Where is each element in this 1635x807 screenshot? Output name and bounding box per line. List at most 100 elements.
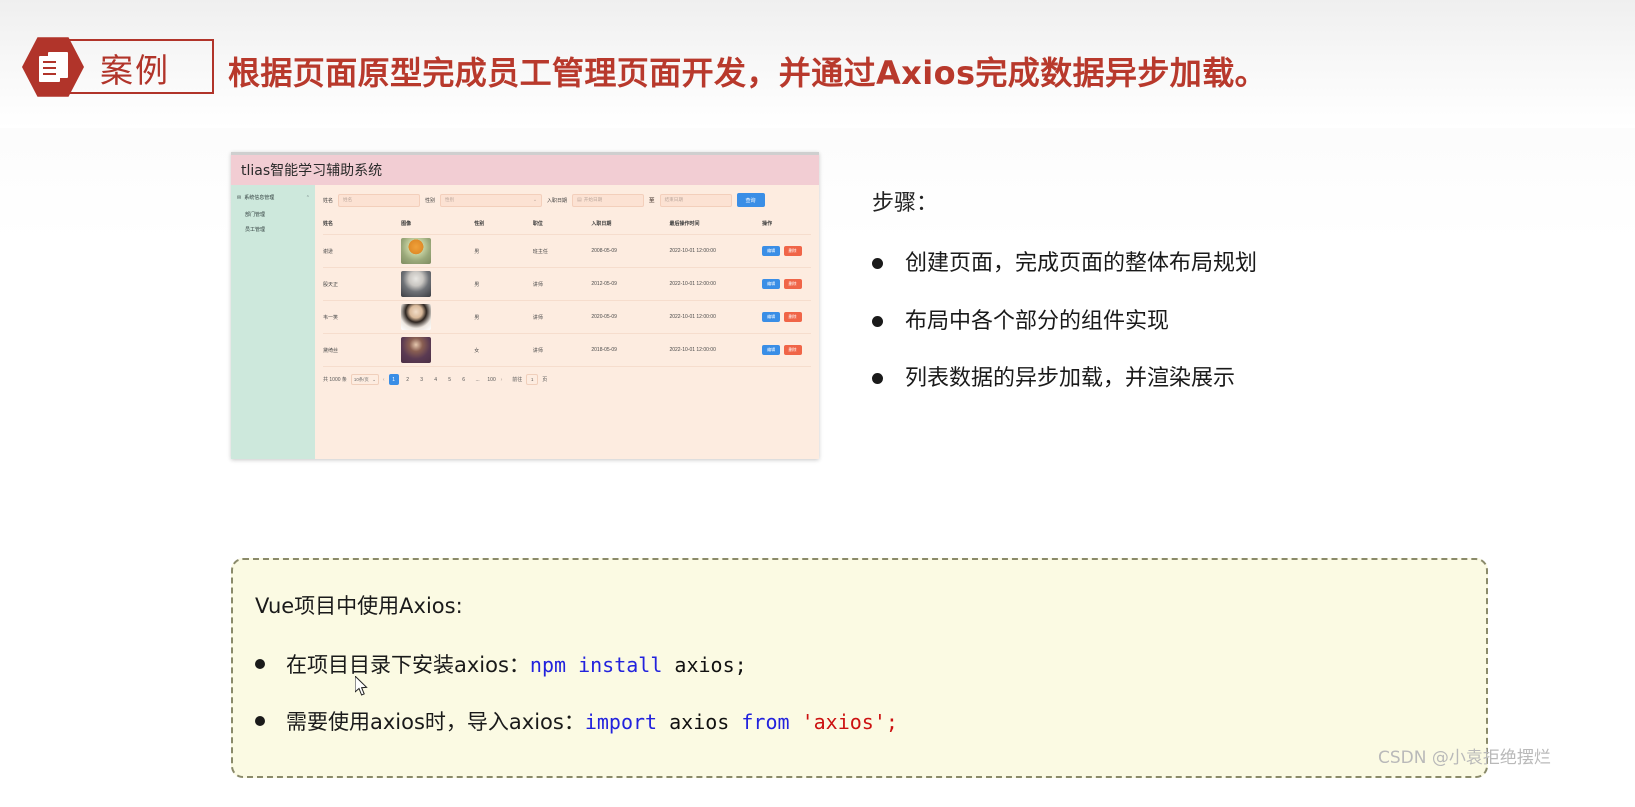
end-date-input[interactable]: 结束日期 [659, 193, 732, 207]
cell-last: 2022-10-01 12:00:00 [669, 300, 763, 334]
sidebar-group-system-info[interactable]: ✉ 系统信息管理 ⌃ [231, 192, 315, 203]
case-badge-label: 案例 [100, 51, 170, 90]
cell-hire: 2018-05-09 [591, 333, 670, 367]
cell-last: 2022-10-01 12:00:00 [669, 333, 763, 367]
import-module-string: 'axios'; [789, 710, 898, 734]
step-text: 创建页面，完成页面的整体布局规划 [905, 251, 1258, 276]
step-item: 创建页面，完成页面的整体布局规划 [872, 249, 1392, 279]
th-name: 姓名 [323, 212, 402, 235]
cell-hire: 2008-05-09 [591, 234, 670, 268]
edit-button[interactable]: 编辑 [762, 279, 781, 289]
page-button-1[interactable]: 1 [388, 374, 399, 385]
chevron-down-icon: ⌄ [532, 197, 538, 203]
cell-job: 讲师 [532, 267, 592, 301]
envelope-icon: ✉ [237, 194, 242, 201]
th-job: 职位 [532, 212, 592, 235]
step-text: 列表数据的异步加载，并渲染展示 [905, 366, 1236, 392]
edit-button[interactable]: 编辑 [762, 246, 781, 256]
delete-button[interactable]: 删除 [783, 279, 802, 289]
sidebar-item-employee[interactable]: 员工管理 [231, 218, 315, 233]
table-row: 黛绮丝 女 讲师 2018-05-09 2022-10-01 12:00:00 … [323, 333, 811, 367]
header-band: 案例 根据页面原型完成员工管理页面开发，并通过Axios完成数据异步加载。 [0, 0, 1635, 128]
code-note-box: Vue项目中使用Axios: 在项目目录下安装axios：npm install… [231, 558, 1488, 778]
page-button-5[interactable]: 5 [445, 374, 455, 385]
bullet-icon [872, 373, 883, 385]
cell-gender: 男 [474, 267, 533, 301]
th-last: 最后操作时间 [669, 212, 763, 235]
chevron-down-icon: ⌄ [372, 376, 376, 382]
bullet-icon [255, 716, 265, 726]
sidebar-group-label: 系统信息管理 [244, 195, 275, 201]
sidebar-item-department[interactable]: 部门管理 [231, 203, 315, 218]
step-item: 列表数据的异步加载，并渲染展示 [872, 364, 1392, 394]
search-toolbar: 姓名 姓名 性别 性别 ⌄ 入职日期 ▤ 开始日期 至 结束日期 查询 [323, 191, 811, 209]
document-glyph [39, 52, 69, 82]
pagination-total: 共 1000 条 [323, 377, 347, 383]
steps-title: 步骤： [872, 191, 939, 216]
case-badge: 案例 [22, 36, 214, 98]
mockup-app-title: tlias智能学习辅助系统 [241, 163, 383, 179]
edit-button[interactable]: 编辑 [762, 312, 781, 322]
install-command: npm install [529, 653, 663, 677]
install-package: axios; [662, 653, 747, 677]
th-gender: 性别 [474, 212, 533, 235]
code-item-install: 在项目目录下安装axios：npm install axios; [255, 649, 1486, 679]
page-button-3[interactable]: 3 [417, 374, 427, 385]
th-hire: 入职日期 [591, 212, 670, 235]
name-filter-placeholder: 姓名 [343, 197, 353, 202]
delete-button[interactable]: 删除 [783, 312, 802, 322]
mockup-sidebar: ✉ 系统信息管理 ⌃ 部门管理 员工管理 [231, 185, 315, 459]
cell-job: 班主任 [532, 234, 592, 268]
page-button-6[interactable]: 6 [459, 374, 469, 385]
bullet-icon [255, 659, 265, 669]
bullet-icon [872, 315, 883, 327]
csdn-watermark: CSDN @小袁拒绝摆烂 [1378, 748, 1551, 768]
cell-gender: 男 [474, 234, 533, 268]
cell-last: 2022-10-01 12:00:00 [669, 267, 763, 301]
cell-job: 讲师 [532, 300, 592, 334]
chevron-left-icon[interactable]: ‹ [383, 377, 385, 383]
mockup-titlebar: tlias智能学习辅助系统 [231, 155, 819, 185]
page-size-select[interactable]: 10条/页 ⌄ [350, 374, 379, 385]
jump-unit: 页 [542, 377, 548, 383]
gender-filter-placeholder: 性别 [445, 197, 455, 202]
import-keyword: import [584, 710, 658, 734]
page-button-2[interactable]: 2 [403, 374, 413, 385]
page-button-last[interactable]: 100 [487, 374, 497, 385]
page-button-4[interactable]: 4 [431, 374, 441, 385]
th-ops: 操作 [762, 212, 811, 235]
mockup-body: ✉ 系统信息管理 ⌃ 部门管理 员工管理 姓名 姓名 性别 性别 ⌄ 入职日期 [231, 185, 819, 459]
cell-hire: 2012-05-09 [591, 267, 670, 301]
gender-filter-select[interactable]: 性别 ⌄ [440, 193, 543, 207]
steps-section: 步骤： 创建页面，完成页面的整体布局规划 布局中各个部分的组件实现 列表数据的异… [872, 185, 1392, 422]
pagination: 共 1000 条 10条/页 ⌄ ‹ 1 2 3 4 5 6 ... 100 ›… [323, 367, 811, 385]
delete-button[interactable]: 删除 [783, 246, 802, 256]
chevron-right-icon[interactable]: › [501, 377, 503, 383]
page-size-value: 10条/页 [353, 376, 369, 382]
mockup-main-panel: 姓名 姓名 性别 性别 ⌄ 入职日期 ▤ 开始日期 至 结束日期 查询 姓名 图… [315, 185, 819, 459]
cell-name: 韦一笑 [323, 300, 402, 334]
delete-button[interactable]: 删除 [783, 345, 802, 355]
jump-page-input[interactable]: 1 [526, 374, 539, 385]
prototype-mockup-window: tlias智能学习辅助系统 ✉ 系统信息管理 ⌃ 部门管理 员工管理 姓名 姓名… [231, 152, 819, 459]
th-image: 图像 [401, 212, 475, 235]
jump-label: 前往 [512, 377, 523, 383]
start-date-input[interactable]: ▤ 开始日期 [572, 193, 645, 207]
cell-gender: 女 [474, 333, 533, 367]
search-button[interactable]: 查询 [736, 193, 765, 207]
avatar [401, 337, 432, 363]
employee-table: 姓名 图像 性别 职位 入职日期 最后操作时间 操作 谢逊 男 班主任 2008… [323, 212, 811, 367]
code-box-heading: Vue项目中使用Axios: [255, 594, 463, 618]
step-text: 布局中各个部分的组件实现 [905, 308, 1170, 334]
name-filter-input[interactable]: 姓名 [338, 193, 421, 207]
table-row: 谢逊 男 班主任 2008-05-09 2022-10-01 12:00:00 … [323, 234, 811, 268]
start-date-placeholder: 开始日期 [583, 197, 603, 202]
code-item-import: 需要使用axios时，导入axios：import axios from 'ax… [255, 706, 1486, 736]
import-prefix: 需要使用axios时，导入axios： [286, 710, 585, 734]
cell-name: 谢逊 [323, 234, 402, 268]
page-title: 根据页面原型完成员工管理页面开发，并通过Axios完成数据异步加载。 [228, 54, 1268, 92]
edit-button[interactable]: 编辑 [762, 345, 781, 355]
pagination-ellipsis: ... [475, 376, 480, 383]
calendar-icon: ▤ [577, 197, 582, 203]
import-identifier: axios [657, 710, 742, 734]
